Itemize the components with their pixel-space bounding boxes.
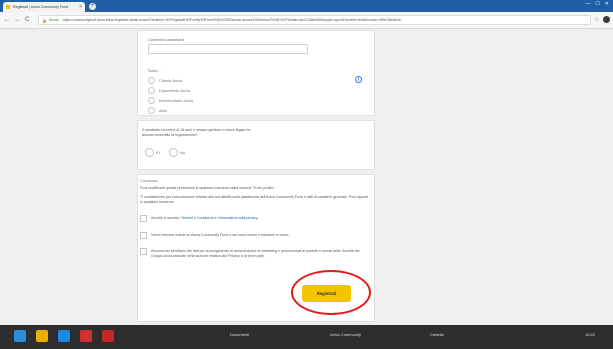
profile-card: Conferma password Sono... i Cliente Aviv… xyxy=(137,30,375,116)
radio-dipendente-aviva[interactable] xyxy=(148,87,155,94)
radio-altro[interactable] xyxy=(148,107,155,114)
password-confirm-input[interactable] xyxy=(148,44,308,54)
consent-item-terms: Accetto e accetta i Termini e Condizioni… xyxy=(151,216,371,221)
bookmark-star-icon[interactable]: ☆ xyxy=(594,15,599,25)
taskbar-item[interactable]: Documenti xyxy=(230,332,249,337)
checkbox-terms[interactable] xyxy=(140,215,147,222)
close-window-icon[interactable]: ✕ xyxy=(605,1,609,7)
browser-tab[interactable]: Registrati | Aviva Community Fund × xyxy=(3,2,85,12)
back-arrow-icon[interactable]: ← xyxy=(4,15,10,25)
radio-label-yes: Sì xyxy=(156,150,160,155)
tab-close-icon[interactable]: × xyxy=(79,4,82,10)
red-annotation-circle xyxy=(291,270,371,315)
lock-icon: 🔒 xyxy=(42,17,47,23)
radio-intermediario-aviva[interactable] xyxy=(148,97,155,104)
consent-intro-1: Puoi modificare queste preferenze in qua… xyxy=(140,186,276,190)
reload-icon[interactable]: C xyxy=(25,15,29,25)
age-question-card: Il candidato ha meno di 18 anni e nessun… xyxy=(137,120,375,170)
checkbox-news[interactable] xyxy=(140,232,147,239)
folder-icon[interactable] xyxy=(36,330,48,342)
start-icon[interactable] xyxy=(14,330,26,342)
consent-item-marketing: Acconsento all'utilizzo dei dati per la … xyxy=(151,249,360,258)
forward-arrow-icon[interactable]: → xyxy=(14,15,20,25)
radio-cliente-aviva[interactable] xyxy=(148,77,155,84)
extension-icon[interactable] xyxy=(603,16,610,23)
password-confirm-label: Conferma password xyxy=(148,37,184,42)
consent-title: Consenso xyxy=(140,178,159,183)
consent-terms-prefix: Accetto e accetta i xyxy=(151,216,181,220)
app-icon[interactable] xyxy=(80,330,92,342)
consent-item-news: Vorrei ricevere notizie su Aviva Communi… xyxy=(151,233,290,237)
address-bar-row: ← → C 🔒 Sicuro https://communityfund.avi… xyxy=(0,12,613,29)
minor-question-text: Il candidato ha meno di 18 anni e nessun… xyxy=(142,128,251,137)
radio-no[interactable] xyxy=(169,148,178,157)
radio-yes[interactable] xyxy=(145,148,154,157)
radio-label-altro: Altro xyxy=(159,108,168,113)
terms-link[interactable]: Termini e Condizioni e l'Informativa sul… xyxy=(181,216,257,220)
browser-icon[interactable] xyxy=(58,330,70,342)
aviva-favicon-icon xyxy=(6,5,10,9)
new-tab-button[interactable]: + xyxy=(89,3,96,10)
minimize-icon[interactable]: — xyxy=(585,1,590,7)
url-text: https://communityfund.aviva.it/sso/regis… xyxy=(62,18,401,22)
taskbar-item[interactable]: Cartella xyxy=(430,332,444,337)
checkbox-marketing[interactable] xyxy=(140,248,147,255)
radio-label-cliente: Cliente Aviva xyxy=(159,78,183,83)
info-icon[interactable]: i xyxy=(355,76,362,83)
taskbar-clock: 16:42 xyxy=(585,332,596,337)
os-taskbar: Documenti Aviva Community Cartella 16:42 xyxy=(0,325,613,349)
secure-label: Sicuro xyxy=(48,18,59,22)
radio-label-dipendente: Dipendente Aviva xyxy=(159,88,191,93)
maximize-icon[interactable]: ☐ xyxy=(595,1,599,7)
sono-label: Sono... xyxy=(148,68,161,73)
page-content: Conferma password Sono... i Cliente Aviv… xyxy=(0,30,613,325)
radio-label-intermediario: Intermediario Aviva xyxy=(159,98,193,103)
taskbar-item[interactable]: Aviva Community xyxy=(330,332,361,337)
chrome-icon[interactable] xyxy=(102,330,114,342)
radio-label-no: No xyxy=(180,150,186,155)
consent-intro-2: Ti contatteremo per comunicazioni relati… xyxy=(140,195,369,204)
window-controls: — ☐ ✕ xyxy=(585,1,609,7)
browser-titlebar: Registrati | Aviva Community Fund × + — … xyxy=(0,0,613,12)
tab-title: Registrati | Aviva Community Fund xyxy=(13,5,68,9)
url-input[interactable]: 🔒 Sicuro https://communityfund.aviva.it/… xyxy=(38,15,591,25)
